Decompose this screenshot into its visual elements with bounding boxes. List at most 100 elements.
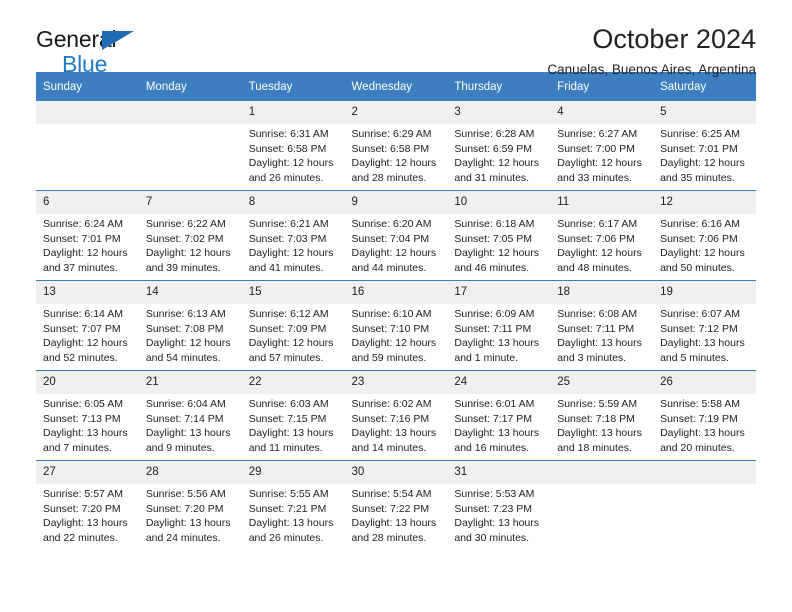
- daylight-text: Daylight: 13 hours and 7 minutes.: [43, 427, 128, 454]
- day-details: Sunrise: 6:05 AM Sunset: 7:13 PM Daylight:…: [36, 394, 139, 455]
- weekday-header-tuesday: Tuesday: [241, 72, 345, 101]
- calendar-day-cell[interactable]: 29 Sunrise: 5:55 AM Sunset: 7:21 PM Dayligh…: [241, 460, 345, 550]
- calendar-day-cell[interactable]: 19 Sunrise: 6:07 AM Sunset: 7:12 PM Dayligh…: [653, 280, 756, 371]
- day-details: Sunrise: 6:28 AM Sunset: 6:59 PM Daylight:…: [447, 124, 550, 185]
- calendar-day-cell[interactable]: 15 Sunrise: 6:12 AM Sunset: 7:09 PM Dayligh…: [241, 280, 345, 371]
- daylight-text: Daylight: 13 hours and 14 minutes.: [351, 427, 437, 454]
- calendar-day-cell[interactable]: 26 Sunrise: 5:58 AM Sunset: 7:19 PM Dayligh…: [653, 370, 756, 461]
- calendar-day-cell[interactable]: 5 Sunrise: 6:25 AM Sunset: 7:01 PM Daylight…: [653, 101, 756, 191]
- sunrise-text: Sunrise: 5:55 AM: [248, 488, 329, 500]
- day-number: 4: [550, 101, 654, 124]
- day-number: 22: [241, 371, 345, 394]
- day-details: Sunrise: 5:57 AM Sunset: 7:20 PM Daylight:…: [36, 484, 139, 545]
- sunset-text: Sunset: 7:02 PM: [145, 232, 224, 245]
- calendar-cell-empty: [138, 101, 242, 191]
- weekday-header-wednesday: Wednesday: [344, 72, 448, 101]
- sunrise-text: Sunrise: 6:01 AM: [454, 398, 535, 410]
- day-number: [550, 461, 654, 484]
- calendar-day-cell[interactable]: 8 Sunrise: 6:21 AM Sunset: 7:03 PM Daylight…: [241, 190, 345, 281]
- calendar-cell-empty: [36, 101, 139, 191]
- sunset-text: Sunset: 7:06 PM: [557, 232, 635, 245]
- sunrise-text: Sunrise: 6:16 AM: [660, 218, 741, 230]
- calendar-day-cell[interactable]: 30 Sunrise: 5:54 AM Sunset: 7:22 PM Dayligh…: [344, 460, 448, 550]
- day-number: 6: [36, 191, 139, 214]
- sunset-text: Sunset: 7:09 PM: [248, 322, 327, 335]
- calendar-day-cell[interactable]: 31 Sunrise: 5:53 AM Sunset: 7:23 PM Dayligh…: [447, 460, 551, 550]
- calendar-table: Sunday Monday Tuesday Wednesday Thursday Frid…: [36, 72, 756, 550]
- calendar-day-cell[interactable]: 20 Sunrise: 6:05 AM Sunset: 7:13 PM Dayligh…: [36, 370, 139, 461]
- daylight-text: Daylight: 13 hours and 24 minutes.: [145, 517, 231, 544]
- calendar-day-cell[interactable]: 12 Sunrise: 6:16 AM Sunset: 7:06 PM Dayligh…: [653, 190, 756, 281]
- calendar-week-row: 1 Sunrise: 6:31 AM Sunset: 6:58 PM Daylight…: [36, 101, 756, 191]
- sunset-text: Sunset: 7:21 PM: [248, 502, 327, 515]
- triangle-icon: [102, 31, 134, 50]
- sunset-text: Sunset: 7:08 PM: [145, 322, 224, 335]
- calendar-day-cell[interactable]: 6 Sunrise: 6:24 AM Sunset: 7:01 PM Daylight…: [36, 190, 139, 281]
- calendar-body: 1 Sunrise: 6:31 AM Sunset: 6:58 PM Daylight…: [36, 101, 756, 550]
- sunrise-text: Sunrise: 6:03 AM: [248, 398, 329, 410]
- sunrise-text: Sunrise: 6:04 AM: [145, 398, 226, 410]
- day-details: Sunrise: 6:27 AM Sunset: 7:00 PM Daylight:…: [550, 124, 653, 185]
- sunset-text: Sunset: 7:17 PM: [454, 412, 533, 425]
- sunrise-text: Sunrise: 5:58 AM: [660, 398, 741, 410]
- calendar-day-cell[interactable]: 16 Sunrise: 6:10 AM Sunset: 7:10 PM Dayligh…: [344, 280, 448, 371]
- daylight-text: Daylight: 12 hours and 31 minutes.: [454, 157, 540, 184]
- sunset-text: Sunset: 6:59 PM: [454, 142, 533, 155]
- sunrise-text: Sunrise: 6:08 AM: [557, 308, 638, 320]
- calendar-day-cell[interactable]: 3 Sunrise: 6:28 AM Sunset: 6:59 PM Daylight…: [447, 101, 551, 191]
- calendar-day-cell[interactable]: 13 Sunrise: 6:14 AM Sunset: 7:07 PM Dayligh…: [36, 280, 139, 371]
- calendar-day-cell[interactable]: 28 Sunrise: 5:56 AM Sunset: 7:20 PM Dayligh…: [138, 460, 242, 550]
- day-number: 30: [344, 461, 448, 484]
- day-number: 26: [653, 371, 756, 394]
- day-number: 10: [447, 191, 551, 214]
- calendar-day-cell[interactable]: 10 Sunrise: 6:18 AM Sunset: 7:05 PM Dayligh…: [447, 190, 551, 281]
- daylight-text: Daylight: 13 hours and 11 minutes.: [248, 427, 334, 454]
- brand-name-blue: Blue: [62, 51, 108, 77]
- day-details: Sunrise: 6:13 AM Sunset: 7:08 PM Daylight:…: [139, 304, 242, 365]
- calendar-day-cell[interactable]: 27 Sunrise: 5:57 AM Sunset: 7:20 PM Dayligh…: [36, 460, 139, 550]
- sunrise-text: Sunrise: 5:59 AM: [557, 398, 638, 410]
- day-number: 9: [344, 191, 448, 214]
- sunrise-text: Sunrise: 6:27 AM: [557, 128, 638, 140]
- calendar-day-cell[interactable]: 4 Sunrise: 6:27 AM Sunset: 7:00 PM Daylight…: [550, 101, 654, 191]
- day-number: 19: [653, 281, 756, 304]
- day-details: Sunrise: 6:01 AM Sunset: 7:17 PM Daylight:…: [447, 394, 550, 455]
- day-details: Sunrise: 5:56 AM Sunset: 7:20 PM Daylight:…: [139, 484, 242, 545]
- day-number: 28: [138, 461, 242, 484]
- calendar-page: General Blue October 2024 Canuelas, Buen…: [0, 0, 792, 612]
- sunset-text: Sunset: 7:07 PM: [43, 322, 121, 335]
- sunset-text: Sunset: 7:23 PM: [454, 502, 533, 515]
- sunset-text: Sunset: 7:10 PM: [351, 322, 430, 335]
- sunrise-text: Sunrise: 6:18 AM: [454, 218, 535, 230]
- sunset-text: Sunset: 7:16 PM: [351, 412, 430, 425]
- calendar-day-cell[interactable]: 2 Sunrise: 6:29 AM Sunset: 6:58 PM Daylight…: [344, 101, 448, 191]
- calendar-day-cell[interactable]: 9 Sunrise: 6:20 AM Sunset: 7:04 PM Daylight…: [344, 190, 448, 281]
- daylight-text: Daylight: 13 hours and 3 minutes.: [557, 337, 642, 364]
- sunrise-text: Sunrise: 6:09 AM: [454, 308, 535, 320]
- calendar-day-cell[interactable]: 11 Sunrise: 6:17 AM Sunset: 7:06 PM Dayligh…: [550, 190, 654, 281]
- calendar-day-cell[interactable]: 1 Sunrise: 6:31 AM Sunset: 6:58 PM Daylight…: [241, 101, 345, 191]
- calendar-day-cell[interactable]: 18 Sunrise: 6:08 AM Sunset: 7:11 PM Dayligh…: [550, 280, 654, 371]
- daylight-text: Daylight: 12 hours and 54 minutes.: [145, 337, 231, 364]
- daylight-text: Daylight: 12 hours and 50 minutes.: [660, 247, 745, 274]
- calendar-day-cell[interactable]: 23 Sunrise: 6:02 AM Sunset: 7:16 PM Dayligh…: [344, 370, 448, 461]
- sunset-text: Sunset: 7:22 PM: [351, 502, 430, 515]
- calendar-day-cell[interactable]: 21 Sunrise: 6:04 AM Sunset: 7:14 PM Dayligh…: [138, 370, 242, 461]
- calendar-day-cell[interactable]: 22 Sunrise: 6:03 AM Sunset: 7:15 PM Dayligh…: [241, 370, 345, 461]
- calendar-day-cell[interactable]: 17 Sunrise: 6:09 AM Sunset: 7:11 PM Dayligh…: [447, 280, 551, 371]
- day-details: Sunrise: 6:17 AM Sunset: 7:06 PM Daylight:…: [550, 214, 653, 275]
- sunset-text: Sunset: 7:13 PM: [43, 412, 121, 425]
- brand-logo[interactable]: General Blue: [36, 28, 166, 76]
- sunrise-text: Sunrise: 5:54 AM: [351, 488, 432, 500]
- daylight-text: Daylight: 13 hours and 22 minutes.: [43, 517, 128, 544]
- weekday-header-monday: Monday: [138, 72, 242, 101]
- sunrise-text: Sunrise: 5:53 AM: [454, 488, 535, 500]
- sunset-text: Sunset: 7:19 PM: [660, 412, 738, 425]
- day-details: Sunrise: 6:25 AM Sunset: 7:01 PM Daylight:…: [653, 124, 756, 185]
- calendar-day-cell[interactable]: 7 Sunrise: 6:22 AM Sunset: 7:02 PM Daylight…: [138, 190, 242, 281]
- day-details: Sunrise: 6:18 AM Sunset: 7:05 PM Daylight:…: [447, 214, 550, 275]
- calendar-day-cell[interactable]: 24 Sunrise: 6:01 AM Sunset: 7:17 PM Dayligh…: [447, 370, 551, 461]
- calendar-day-cell[interactable]: 25 Sunrise: 5:59 AM Sunset: 7:18 PM Dayligh…: [550, 370, 654, 461]
- calendar-day-cell[interactable]: 14 Sunrise: 6:13 AM Sunset: 7:08 PM Dayligh…: [138, 280, 242, 371]
- day-number: 2: [344, 101, 448, 124]
